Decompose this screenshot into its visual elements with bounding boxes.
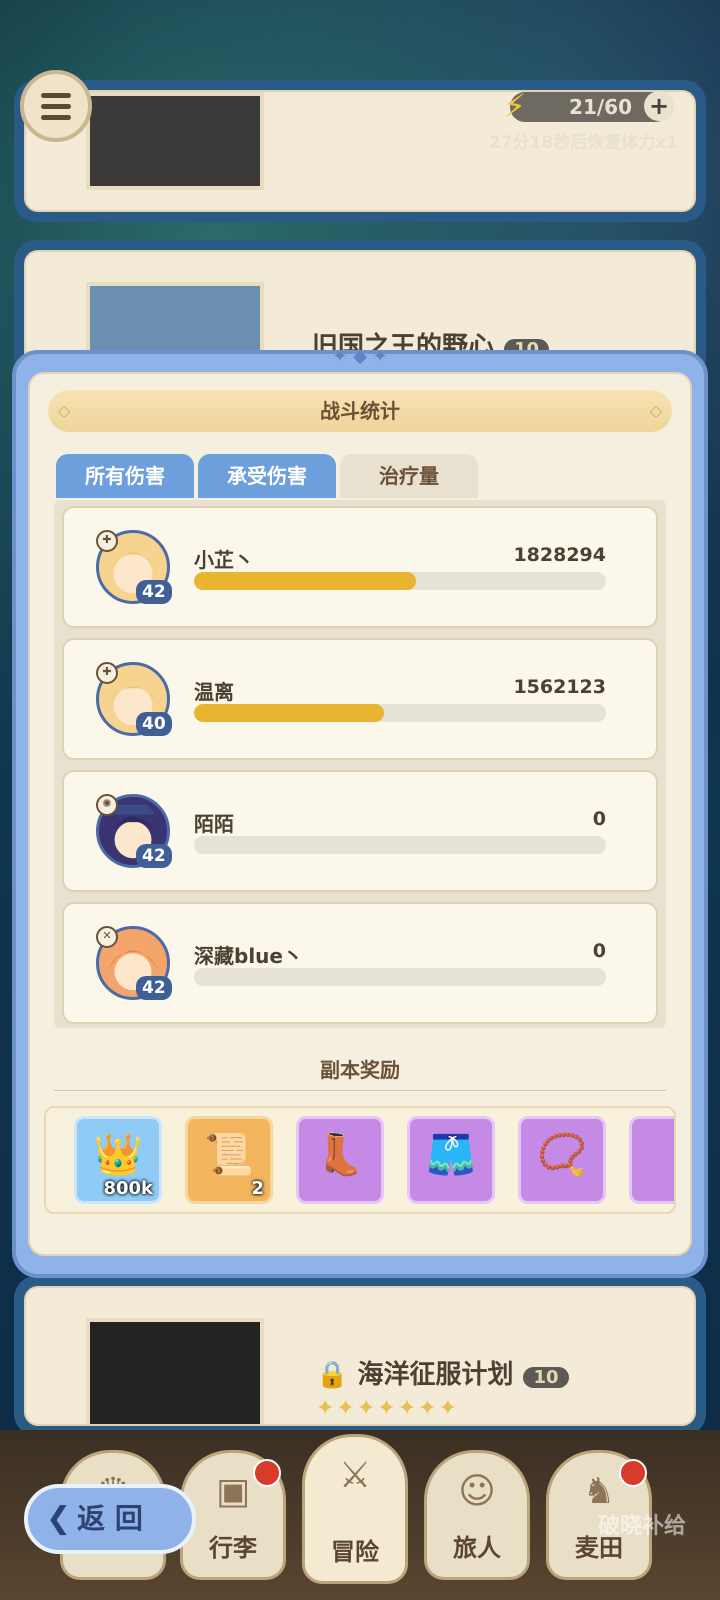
nav-adventure[interactable]: ⚔ 冒险 bbox=[302, 1434, 408, 1584]
player-name: 深藏blue丶 bbox=[194, 944, 303, 968]
quest-thumbnail bbox=[86, 1318, 264, 1424]
stamina-recover-text: 27分18秒后恢复体力x1 bbox=[488, 133, 678, 153]
crown-icon: 👑 bbox=[93, 1132, 143, 1178]
hamburger-icon bbox=[41, 92, 71, 98]
stats-tabs: 所有伤害 承受伤害 治疗量 bbox=[56, 454, 478, 498]
stat-bar bbox=[194, 836, 606, 854]
nav-traveler[interactable]: ☺ 旅人 bbox=[424, 1450, 530, 1580]
stat-bar-fill bbox=[194, 572, 417, 590]
reward-item[interactable]: 👑 800k bbox=[74, 1116, 162, 1204]
player-name: 陌陌 bbox=[194, 812, 234, 836]
reward-item[interactable]: 📜 2 bbox=[185, 1116, 273, 1204]
ornament-icon: ✦ ◆ ✦ bbox=[332, 346, 388, 367]
player-row: ✚ 42 小芷丶 1828294 bbox=[62, 506, 658, 628]
reward-section-title: 副本奖励 bbox=[320, 1058, 400, 1082]
crossed-swords-icon: ⚔ bbox=[338, 1455, 372, 1496]
reward-item[interactable]: 👢 bbox=[296, 1116, 384, 1204]
lightning-icon: ⚡ bbox=[503, 87, 526, 125]
rank-icon: ✚ bbox=[96, 662, 118, 684]
necklace-icon: 📿 bbox=[537, 1132, 587, 1178]
stamina-counter: ⚡ 21/60 + bbox=[504, 87, 674, 125]
player-value: 0 bbox=[592, 940, 606, 962]
dialog-title: 战斗统计 bbox=[320, 399, 400, 423]
diamond-icon: ◇ bbox=[649, 401, 662, 420]
reward-count: 800k bbox=[103, 1178, 153, 1199]
player-value: 1562123 bbox=[513, 676, 606, 698]
belt-icon: 🩳 bbox=[426, 1132, 476, 1178]
level-badge: 42 bbox=[136, 844, 172, 868]
stat-bar bbox=[194, 572, 606, 590]
divider bbox=[54, 1090, 666, 1091]
add-stamina-button[interactable]: + bbox=[644, 91, 674, 121]
player-value: 0 bbox=[592, 808, 606, 830]
person-icon: ☺ bbox=[458, 1471, 496, 1512]
level-badge: 40 bbox=[136, 712, 172, 736]
quest-cost-badge: 10 bbox=[523, 1367, 569, 1388]
reward-list[interactable]: 👑 800k 📜 2 👢 🩳 📿 bbox=[44, 1106, 676, 1214]
stat-bar-fill bbox=[194, 704, 384, 722]
paper-icon: 📜 bbox=[204, 1132, 254, 1178]
notification-dot bbox=[619, 1459, 647, 1487]
watermark-text: 破晓补给 bbox=[597, 1514, 686, 1539]
reward-count: 2 bbox=[251, 1178, 264, 1199]
rank-icon: ✺ bbox=[96, 794, 118, 816]
rank-icon: ✚ bbox=[96, 530, 118, 552]
lock-icon: 🔒 bbox=[316, 1360, 349, 1390]
quest-title: 🔒 海洋征服计划 10 bbox=[316, 1354, 569, 1391]
reward-item[interactable]: 📿 bbox=[518, 1116, 606, 1204]
dialog-body: ◇ 战斗统计 ◇ 所有伤害 承受伤害 治疗量 ✚ 42 小芷丶 1828294 bbox=[28, 372, 692, 1256]
level-badge: 42 bbox=[136, 580, 172, 604]
player-stats-list: ✚ 42 小芷丶 1828294 ✚ 40 温离 1562123 ✺ 42 陌陌… bbox=[54, 500, 666, 1028]
dialog-title-bar: ◇ 战斗统计 ◇ bbox=[48, 390, 672, 432]
level-badge: 42 bbox=[136, 976, 172, 1000]
reward-item-partial[interactable] bbox=[629, 1116, 674, 1204]
quest-thumbnail bbox=[86, 92, 264, 190]
diamond-icon: ◇ bbox=[58, 401, 71, 420]
back-arrow-icon: ❮ bbox=[46, 1501, 72, 1536]
player-value: 1828294 bbox=[513, 544, 606, 566]
player-name: 小芷丶 bbox=[194, 548, 254, 572]
tab-damage-taken[interactable]: 承受伤害 bbox=[198, 454, 336, 498]
tab-all-damage[interactable]: 所有伤害 bbox=[56, 454, 194, 498]
player-name: 温离 bbox=[194, 680, 234, 704]
rank-icon: ✕ bbox=[96, 926, 118, 948]
menu-button[interactable] bbox=[20, 70, 92, 142]
quest-card-body: 🔒 海洋征服计划 10 ✦✦✦✦✦✦✦ bbox=[24, 1286, 696, 1426]
tab-healing[interactable]: 治疗量 bbox=[340, 454, 478, 498]
player-row: ✕ 42 深藏blue丶 0 bbox=[62, 902, 658, 1024]
nav-bag[interactable]: ▣ 行李 bbox=[180, 1450, 286, 1580]
quest-card-ocean[interactable]: 🔒 海洋征服计划 10 ✦✦✦✦✦✦✦ bbox=[14, 1276, 706, 1436]
back-button[interactable]: ❮ 返 回 bbox=[24, 1484, 196, 1554]
player-row: ✺ 42 陌陌 0 bbox=[62, 770, 658, 892]
boots-icon: 👢 bbox=[315, 1132, 365, 1178]
stat-bar bbox=[194, 968, 606, 986]
notification-dot bbox=[253, 1459, 281, 1487]
stat-bar bbox=[194, 704, 606, 722]
player-row: ✚ 40 温离 1562123 bbox=[62, 638, 658, 760]
reward-item[interactable]: 🩳 bbox=[407, 1116, 495, 1204]
battle-stats-dialog: ✦ ◆ ✦ ◇ 战斗统计 ◇ 所有伤害 承受伤害 治疗量 ✚ 42 小芷丶 18… bbox=[12, 346, 708, 1278]
star-rating-icon: ✦✦✦✦✦✦✦ bbox=[316, 1396, 460, 1421]
